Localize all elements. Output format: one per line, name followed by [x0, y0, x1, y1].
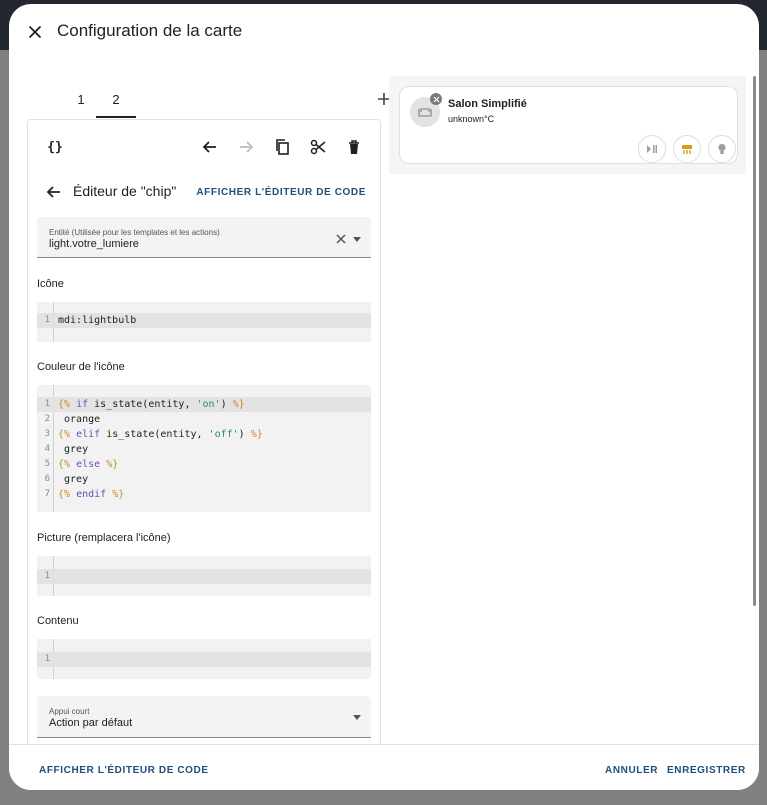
lightbulb-icon [718, 143, 726, 154]
line-number: 1 [44, 315, 50, 325]
chip-media[interactable] [638, 135, 666, 163]
code-text: {% elif is_state(entity, 'off') %} [58, 429, 263, 440]
code-text: {% else %} [58, 459, 119, 470]
dropdown-arrow-icon[interactable] [353, 715, 361, 720]
line-number: 2 [44, 414, 50, 424]
clear-icon[interactable] [335, 233, 347, 245]
dropdown-arrow-icon[interactable] [353, 237, 361, 242]
arrow-right-icon [240, 141, 254, 153]
line-number: 1 [44, 654, 50, 664]
icon-label: Icône [37, 278, 64, 290]
code-line: 7 {% endif %} [37, 487, 371, 502]
code-text: {% if is_state(entity, 'on') %} [58, 399, 245, 410]
cancel-button[interactable]: ANNULER [605, 765, 658, 776]
show-code-editor-link[interactable]: AFFICHER L'ÉDITEUR DE CODE [196, 187, 366, 198]
content-code-editor[interactable]: 1 [37, 639, 371, 679]
line-number: 7 [44, 489, 50, 499]
code-text: {% endif %} [58, 489, 125, 500]
picture-label: Picture (remplacera l'icône) [37, 532, 171, 544]
code-line: 3 {% elif is_state(entity, 'off') %} [37, 427, 371, 442]
move-right-button[interactable] [236, 137, 256, 157]
code-line: 2 orange [37, 412, 371, 427]
code-line: 5 {% else %} [37, 457, 371, 472]
heater-icon [682, 144, 692, 154]
tap-action-label: Appui court [49, 707, 90, 716]
card-subtitle: unknown°C [448, 114, 495, 124]
picture-code-editor[interactable]: 1 [37, 556, 371, 596]
code-text: grey [58, 444, 89, 455]
entity-field-value: light.votre_lumiere [49, 238, 139, 250]
back-button[interactable] [46, 184, 64, 202]
code-line: 1 [37, 569, 371, 584]
code-line: 6 grey [37, 472, 371, 487]
delete-button[interactable] [344, 137, 364, 157]
line-number: 4 [44, 444, 50, 454]
close-icon [29, 26, 41, 38]
dialog-header: Configuration de la carte [9, 4, 759, 60]
arrow-back-icon [46, 186, 60, 198]
card-tabs: 1 2 [27, 84, 390, 120]
code-line: 1 [37, 652, 371, 667]
show-code-editor-button[interactable]: AFFICHER L'ÉDITEUR DE CODE [39, 765, 209, 776]
tab-1[interactable]: 1 [61, 84, 101, 118]
tap-action-value: Action par défaut [49, 717, 133, 729]
tap-action-select[interactable]: Appui court Action par défaut [37, 696, 371, 738]
editor-toolbar: {} [28, 120, 380, 174]
copy-button[interactable] [272, 137, 292, 157]
line-number: 5 [44, 459, 50, 469]
close-button[interactable] [23, 20, 47, 44]
code-line: 4 grey [37, 442, 371, 457]
card-preview: Salon Simplifié unknown°C [389, 76, 746, 174]
code-line: 1 mdi:lightbulb [37, 313, 371, 328]
code-toggle-button[interactable]: {} [45, 137, 65, 157]
entity-field[interactable]: Entité (Utilisée pour les templates et l… [37, 217, 371, 258]
editor-title: Éditeur de "chip" [73, 183, 177, 199]
content-label: Contenu [37, 615, 79, 627]
chip-editor-panel: {} Éditeur de "chip" AFFICHER L'ÉDITEUR … [27, 119, 381, 749]
icon-color-code-editor[interactable]: 1 {% if is_state(entity, 'on') %} 2 oran… [37, 385, 371, 512]
move-left-button[interactable] [200, 137, 220, 157]
dialog-title: Configuration de la carte [57, 21, 243, 40]
entity-field-label: Entité (Utilisée pour les templates et l… [49, 228, 220, 237]
code-text: grey [58, 474, 89, 485]
preview-scrollbar[interactable] [753, 76, 756, 606]
editor-subheader: Éditeur de "chip" AFFICHER L'ÉDITEUR DE … [28, 178, 380, 208]
copy-icon [276, 139, 289, 155]
code-line: 1 {% if is_state(entity, 'on') %} [37, 397, 371, 412]
preview-card[interactable]: Salon Simplifié unknown°C [399, 86, 738, 164]
off-badge-icon [430, 93, 442, 105]
tab-2[interactable]: 2 [96, 84, 136, 118]
arrow-left-icon [202, 141, 216, 153]
line-number: 1 [44, 399, 50, 409]
line-number: 1 [44, 571, 50, 581]
scissors-icon [310, 139, 326, 155]
chip-light[interactable] [708, 135, 736, 163]
dialog-actions: AFFICHER L'ÉDITEUR DE CODE ANNULER ENREG… [9, 744, 759, 790]
icon-color-label: Couleur de l'icône [37, 361, 125, 373]
save-button[interactable]: ENREGISTRER [667, 765, 746, 776]
line-number: 6 [44, 474, 50, 484]
code-text: orange [58, 414, 101, 425]
card-title: Salon Simplifié [448, 98, 527, 110]
chip-heater[interactable] [673, 135, 701, 163]
line-number: 3 [44, 429, 50, 439]
code-text: mdi:lightbulb [58, 315, 137, 326]
cut-button[interactable] [308, 137, 328, 157]
play-pause-icon [647, 145, 657, 153]
icon-code-editor[interactable]: 1 mdi:lightbulb [37, 302, 371, 342]
card-config-dialog: Configuration de la carte 1 2 {} Éditeur… [9, 4, 759, 790]
trash-icon [349, 140, 359, 154]
